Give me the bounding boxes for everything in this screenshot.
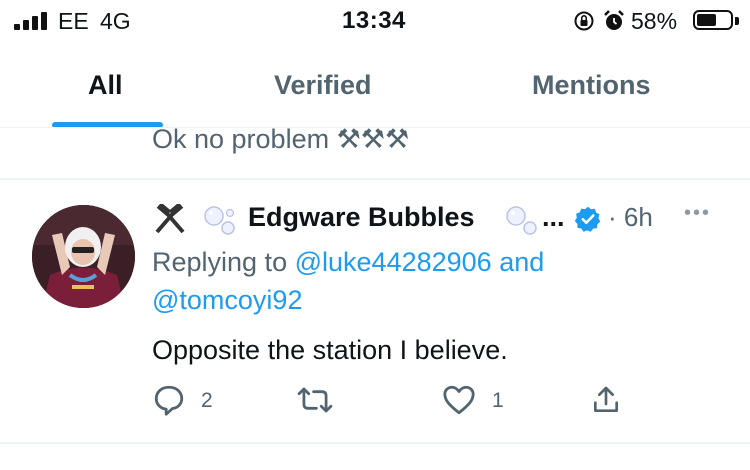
divider <box>0 442 750 444</box>
tab-verified[interactable]: Verified <box>274 70 372 101</box>
more-options-icon[interactable]: ••• <box>684 202 711 225</box>
status-time: 13:34 <box>342 7 406 34</box>
avatar-image <box>32 205 135 308</box>
notification-tabs: All Verified Mentions <box>0 44 750 128</box>
bubbles-icon-2 <box>506 206 537 235</box>
heart-icon <box>443 385 475 415</box>
like-count: 1 <box>492 389 504 412</box>
share-icon <box>594 386 618 412</box>
avatar[interactable] <box>32 205 135 308</box>
crossed-hammers-icon <box>155 204 185 234</box>
replying-to-label: Replying to <box>152 247 288 277</box>
tab-mentions[interactable]: Mentions <box>532 70 651 101</box>
bubbles-icon <box>204 206 235 235</box>
tweet-actions: 2 1 <box>152 383 622 419</box>
tweet-header: Edgware Bubbles ... · 6h ••• <box>152 198 742 238</box>
display-name[interactable]: Edgware Bubbles <box>248 202 475 233</box>
mention-link[interactable]: @luke44282906 <box>295 247 492 277</box>
status-icons: 58% <box>573 8 743 34</box>
battery-icon <box>693 10 733 30</box>
tweet-text[interactable]: Opposite the station I believe. <box>152 332 508 368</box>
name-ellipsis: ... <box>542 202 565 232</box>
network-type: 4G <box>100 8 131 34</box>
tab-all[interactable]: All <box>88 70 123 101</box>
battery-percentage: 58% <box>631 8 678 34</box>
carrier-name: EE <box>58 8 89 34</box>
mention-link-2[interactable]: @tomcoyi92 <box>152 282 302 318</box>
signal-strength-icon <box>14 12 48 30</box>
tweet-time[interactable]: · 6h <box>608 202 653 233</box>
previous-tweet-text[interactable]: Ok no problem ⚒⚒⚒ <box>152 124 409 155</box>
and-text: and <box>499 247 545 277</box>
battery-tip <box>735 17 739 25</box>
retweet-icon <box>297 387 333 413</box>
replying-to-line: Replying to @luke44282906 and <box>152 240 544 284</box>
divider <box>0 178 750 180</box>
status-bar: EE 4G 13:34 58% <box>0 0 750 44</box>
reply-count: 2 <box>201 389 213 412</box>
verified-badge-icon <box>574 206 601 232</box>
orientation-lock-icon <box>574 11 594 31</box>
reply-icon <box>154 385 184 416</box>
alarm-icon <box>604 10 624 30</box>
